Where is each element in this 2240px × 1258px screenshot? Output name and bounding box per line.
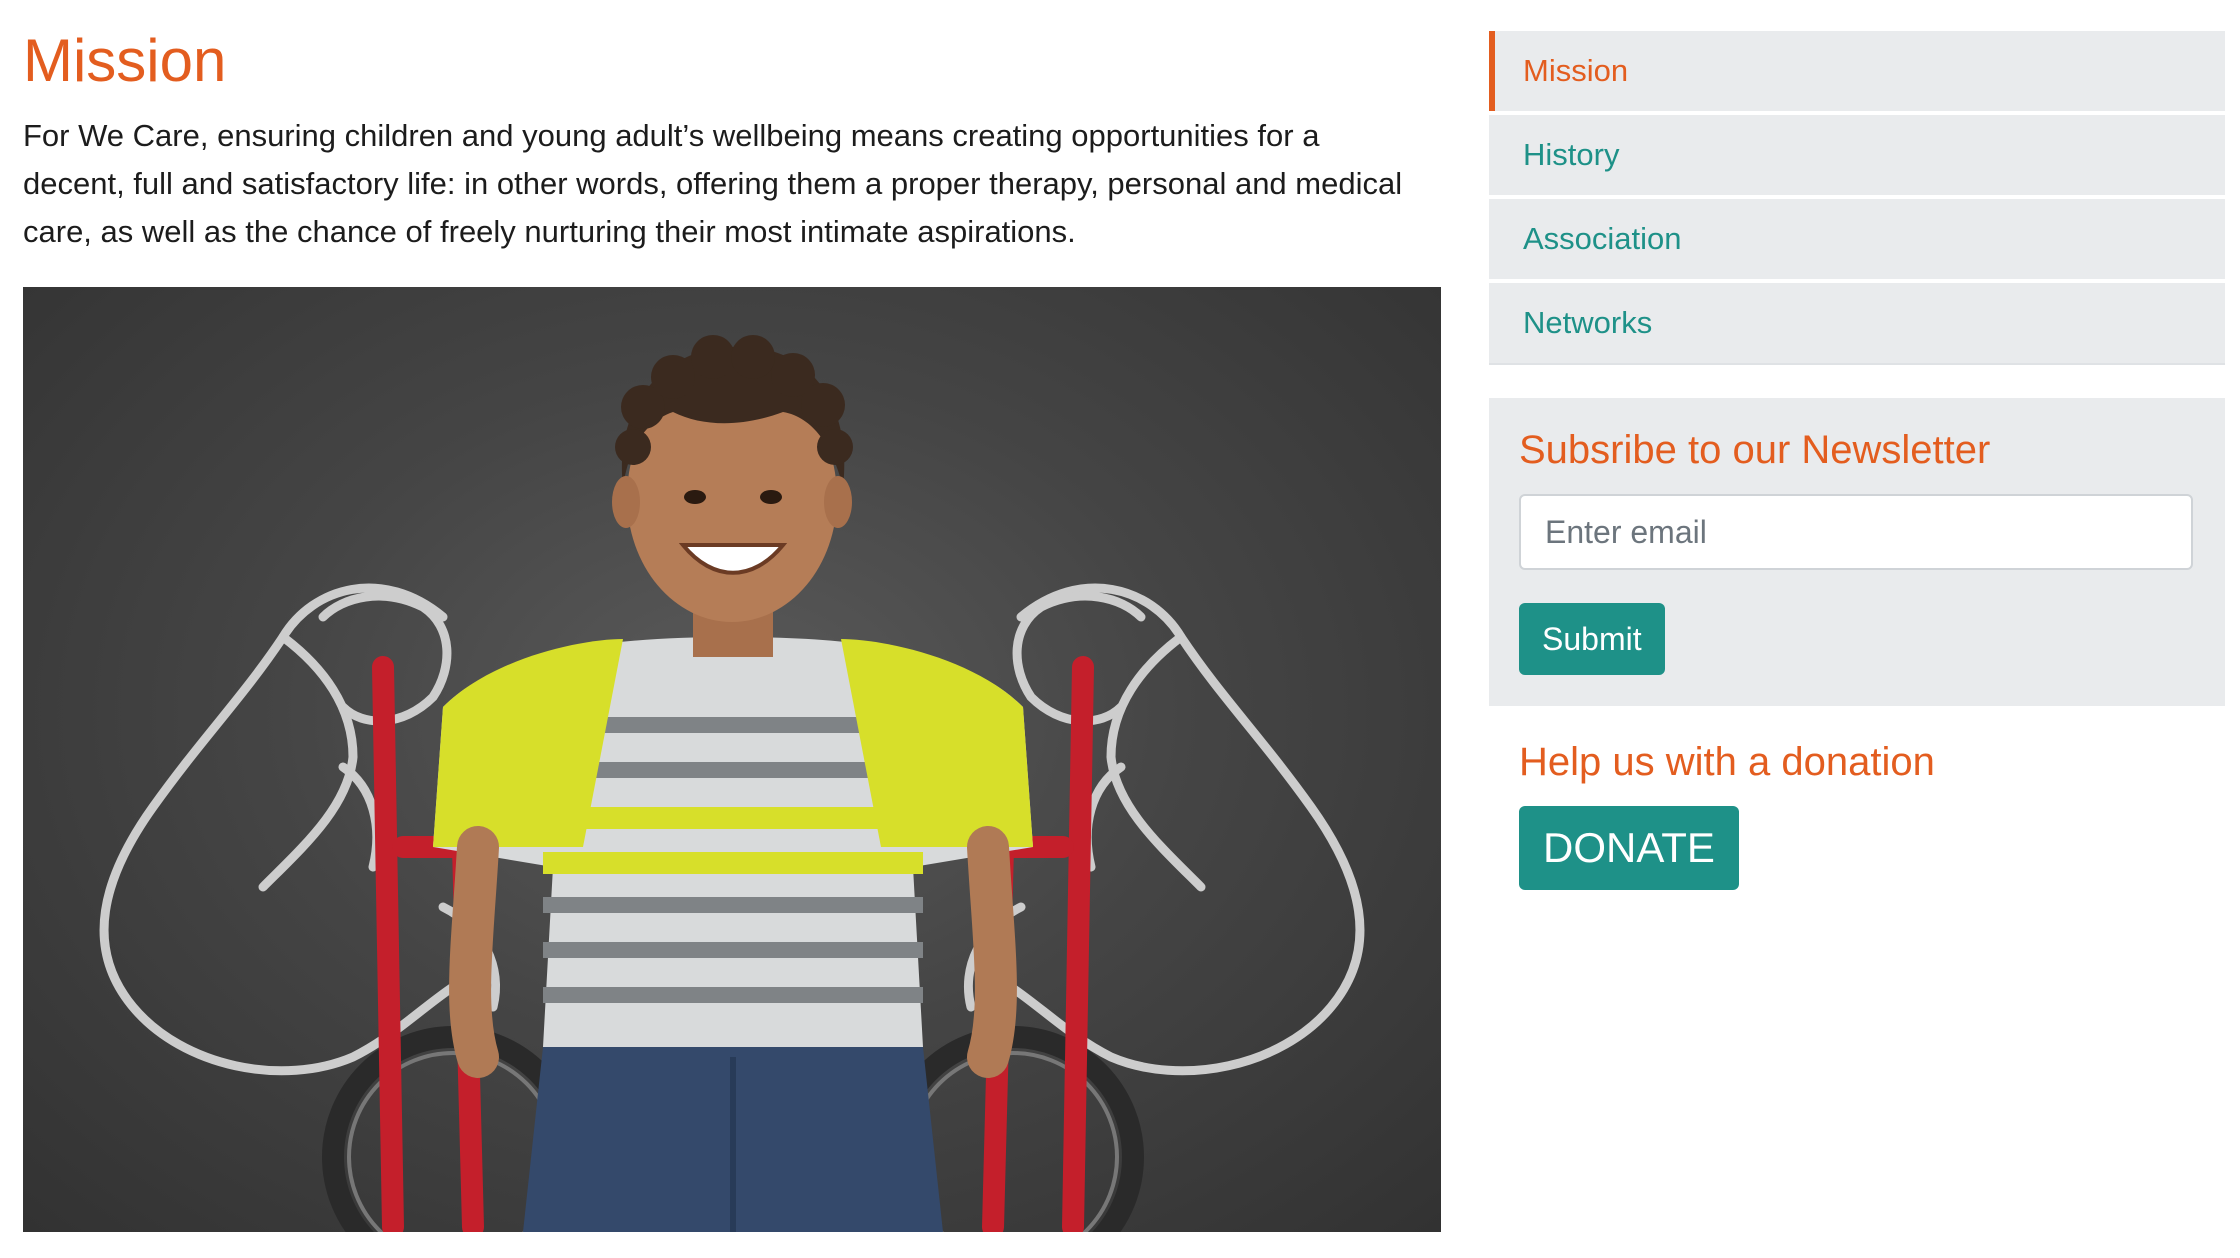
donation-section: Help us with a donation DONATE [1489,738,2225,890]
page: Mission For We Care, ensuring children a… [0,0,2240,1258]
subnav-divider [1489,363,2225,365]
donate-button[interactable]: DONATE [1519,806,1739,890]
email-input[interactable] [1519,494,2193,570]
subnav-item-history[interactable]: History [1489,115,2225,195]
intro-paragraph: For We Care, ensuring children and young… [23,118,1403,249]
hero-illustration [99,335,1365,1232]
subnav-item-mission[interactable]: Mission [1489,31,2225,111]
page-title: Mission [23,27,227,94]
submit-button[interactable]: Submit [1519,603,1665,675]
sidebar: Mission History Association Networks Sub… [1489,31,2225,890]
newsletter-title: Subsribe to our Newsletter [1519,428,1991,472]
hero-image [23,287,1441,1232]
subnav-item-association[interactable]: Association [1489,199,2225,279]
donation-title: Help us with a donation [1519,740,1935,784]
sidebar-subnav: Mission History Association Networks [1489,31,2225,363]
newsletter-panel: Subsribe to our Newsletter Submit [1489,398,2225,706]
subnav-item-networks[interactable]: Networks [1489,283,2225,363]
